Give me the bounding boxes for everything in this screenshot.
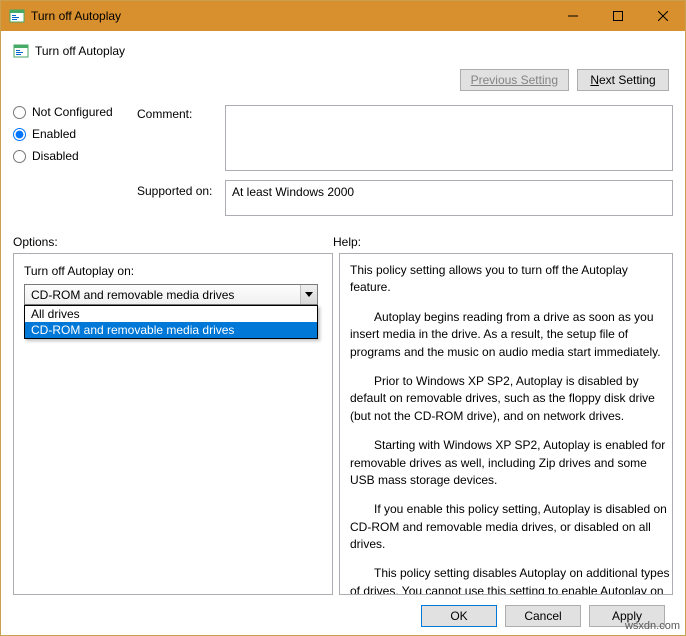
titlebar[interactable]: Turn off Autoplay [1, 1, 685, 31]
policy-header: Turn off Autoplay [13, 43, 673, 59]
help-label: Help: [333, 235, 673, 249]
previous-setting-button: Previous Setting [460, 69, 569, 91]
cancel-button[interactable]: Cancel [505, 605, 581, 627]
panel-labels: Options: Help: [13, 235, 673, 249]
options-panel: Turn off Autoplay on: CD-ROM and removab… [13, 253, 333, 595]
help-text: This policy setting allows you to turn o… [350, 262, 670, 297]
supported-on-field [225, 180, 673, 216]
radio-enabled[interactable]: Enabled [13, 127, 129, 141]
help-panel[interactable]: This policy setting allows you to turn o… [339, 253, 673, 595]
nav-buttons: Previous Setting Next Setting [13, 69, 669, 91]
combo-dropdown[interactable]: All drives CD-ROM and removable media dr… [24, 305, 318, 339]
close-button[interactable] [640, 1, 685, 31]
radio-disabled[interactable]: Disabled [13, 149, 129, 163]
window-buttons [550, 1, 685, 31]
radio-not-configured[interactable]: Not Configured [13, 105, 129, 119]
options-label: Options: [13, 235, 333, 249]
next-setting-button[interactable]: Next Setting [577, 69, 669, 91]
state-radio-group: Not Configured Enabled Disabled [13, 105, 129, 163]
help-text: If you enable this policy setting, Autop… [350, 501, 670, 553]
content-area: Turn off Autoplay Previous Setting Next … [1, 31, 685, 635]
dialog-window: Turn off Autoplay Turn off Autoplay Prev… [0, 0, 686, 636]
watermark: wsxdn.com [625, 620, 680, 632]
autoplay-on-label: Turn off Autoplay on: [24, 264, 322, 278]
supported-on-label: Supported on: [137, 180, 217, 198]
combo-option-all-drives[interactable]: All drives [25, 306, 317, 322]
combo-display[interactable]: CD-ROM and removable media drives [24, 284, 318, 305]
help-text: Starting with Windows XP SP2, Autoplay i… [350, 437, 670, 489]
help-text: This policy setting disables Autoplay on… [350, 565, 670, 595]
combo-option-cdrom[interactable]: CD-ROM and removable media drives [25, 322, 317, 338]
configuration-section: Not Configured Enabled Disabled Comment:… [13, 105, 673, 219]
ok-button[interactable]: OK [421, 605, 497, 627]
dialog-footer: OK Cancel Apply [13, 595, 673, 627]
help-text: Autoplay begins reading from a drive as … [350, 309, 670, 361]
system-icon [9, 8, 25, 24]
chevron-down-icon[interactable] [300, 285, 317, 304]
comment-field[interactable] [225, 105, 673, 171]
minimize-button[interactable] [550, 1, 595, 31]
policy-icon [13, 43, 29, 59]
help-text: Prior to Windows XP SP2, Autoplay is dis… [350, 373, 670, 425]
comment-label: Comment: [137, 105, 217, 121]
panels: Turn off Autoplay on: CD-ROM and removab… [13, 253, 673, 595]
autoplay-on-combo[interactable]: CD-ROM and removable media drives All dr… [24, 284, 318, 305]
window-title: Turn off Autoplay [31, 9, 550, 23]
maximize-button[interactable] [595, 1, 640, 31]
policy-title: Turn off Autoplay [35, 44, 673, 58]
